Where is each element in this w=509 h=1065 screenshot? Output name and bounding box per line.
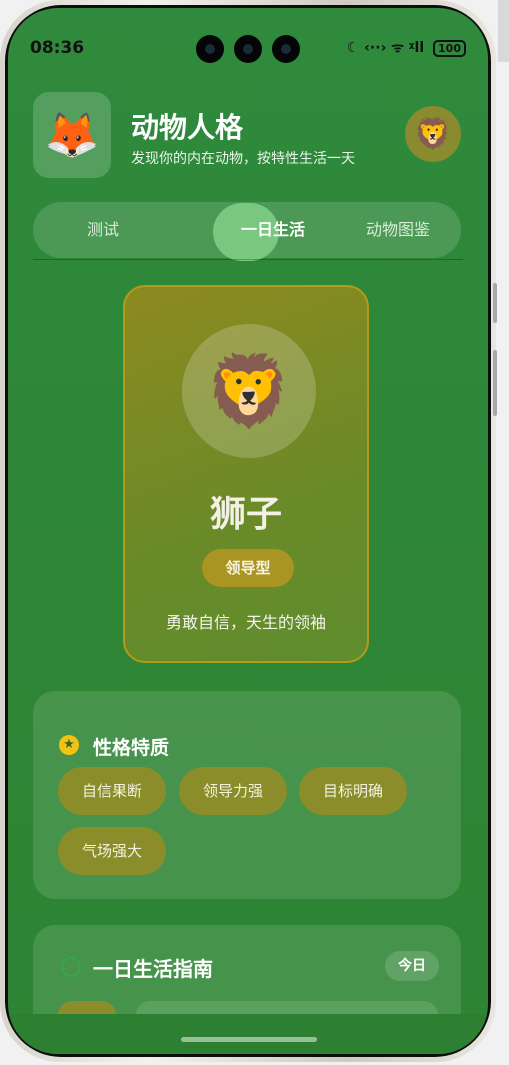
lion-icon: 🦁 (414, 116, 452, 152)
divider (33, 259, 463, 260)
status-glyphs: ☾ ‹··› ᯤ ᵡll (346, 40, 425, 56)
star-icon: ★ (59, 735, 79, 755)
app-screen: 08:36 ☾ ‹··› ᯤ ᵡll 100 🦊 动物人格 发现你的内在动物，按… (8, 8, 488, 1054)
battery-icon: 100 (433, 40, 466, 57)
animal-name: 狮子 (209, 494, 282, 535)
camera-icon (196, 35, 224, 63)
clock-icon (61, 957, 81, 977)
app-logo: 🦊 (33, 92, 111, 178)
animal-type-badge: 领导型 (202, 549, 294, 587)
avatar[interactable]: 🦁 (405, 106, 461, 162)
tab-bar: 测试 一日生活 动物图鉴 (33, 202, 461, 261)
tab-test[interactable]: 测试 (53, 202, 153, 258)
daily-guide-title: 一日生活指南 (93, 957, 213, 981)
window-edge (498, 0, 509, 62)
phone-frame: 08:36 ☾ ‹··› ᯤ ᵡll 100 🦊 动物人格 发现你的内在动物，按… (0, 0, 496, 1062)
fox-icon: 🦊 (44, 110, 100, 161)
phone-side-button (493, 283, 497, 323)
status-time: 08:36 (30, 38, 85, 58)
status-bar: 08:36 ☾ ‹··› ᯤ ᵡll 100 (8, 8, 488, 74)
app-title: 动物人格 (131, 111, 244, 144)
app-subtitle: 发现你的内在动物，按特性生活一天 (131, 151, 355, 167)
trait-chip: 气场强大 (58, 827, 166, 875)
animal-description: 勇敢自信，天生的领袖 (165, 613, 326, 632)
animal-avatar: 🦁 (182, 324, 316, 458)
traits-panel: ★ 性格特质 自信果断 领导力强 目标明确 气场强大 (33, 691, 461, 899)
tab-animal-guide[interactable]: 动物图鉴 (338, 202, 458, 258)
today-button[interactable]: 今日 (385, 951, 439, 981)
camera-icon (272, 35, 300, 63)
trait-chip: 目标明确 (299, 767, 407, 815)
phone-side-button (493, 350, 497, 416)
trait-chip: 自信果断 (58, 767, 166, 815)
animal-card: 🦁 狮子 领导型 勇敢自信，天生的领袖 (123, 285, 369, 663)
traits-title: 性格特质 (93, 737, 170, 759)
bottom-bar (8, 1014, 488, 1054)
tab-daily-life[interactable]: 一日生活 (203, 202, 343, 258)
camera-icon (234, 35, 262, 63)
status-icons: ☾ ‹··› ᯤ ᵡll 100 (347, 38, 466, 57)
lion-icon: 🦁 (205, 349, 293, 432)
trait-chip: 领导力强 (179, 767, 287, 815)
home-indicator[interactable] (181, 1037, 317, 1042)
